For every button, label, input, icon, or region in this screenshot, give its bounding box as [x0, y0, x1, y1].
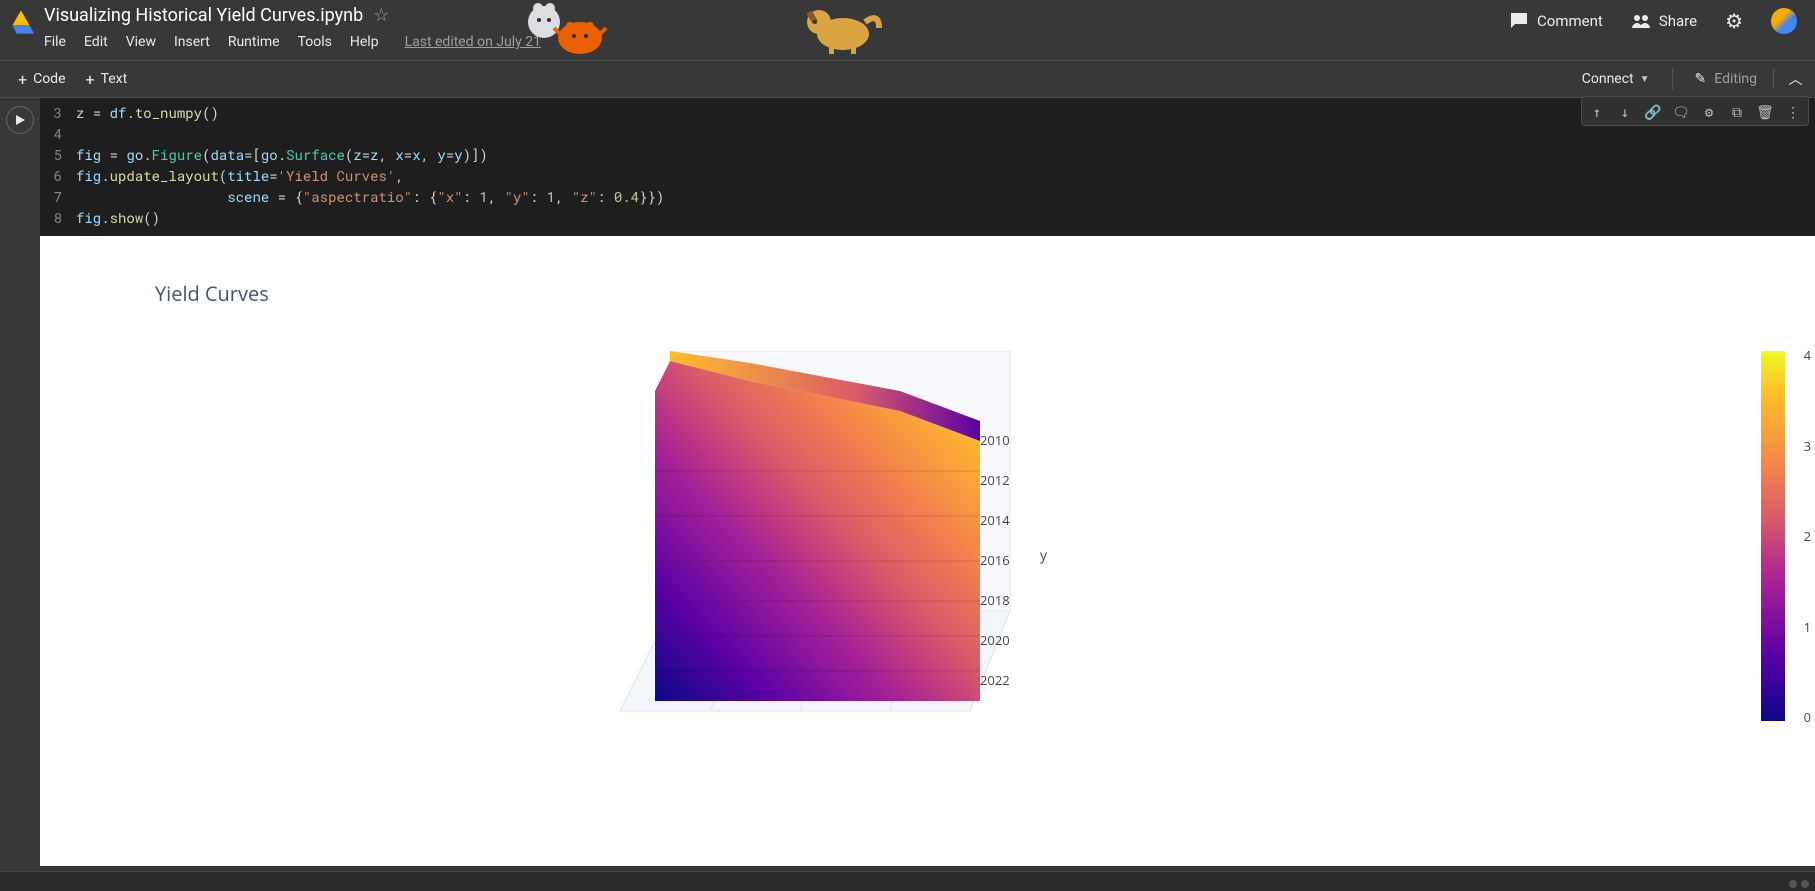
share-label: Share [1659, 12, 1697, 30]
more-icon[interactable]: ⋮ [1780, 99, 1806, 123]
menu-tools[interactable]: Tools [298, 34, 332, 50]
comment-icon [1509, 11, 1529, 31]
plus-icon: + [18, 70, 27, 89]
status-dots [1789, 880, 1809, 888]
run-cell-button[interactable] [6, 106, 34, 134]
people-icon [1631, 11, 1651, 31]
collapse-toolbar-button[interactable]: ︿ [1773, 69, 1807, 89]
connect-button[interactable]: Connect ▼ [1572, 67, 1660, 91]
y-axis-ticks: 2010 2012 2014 2016 2018 2020 2022 [980, 431, 1010, 711]
plus-icon: + [86, 70, 95, 89]
line-numbers: 3 4 5 6 7 8 [40, 98, 70, 236]
settings-icon[interactable]: ⚙ [1725, 9, 1743, 33]
add-code-label: Code [33, 71, 65, 87]
play-icon [14, 114, 26, 126]
app-header: Visualizing Historical Yield Curves.ipyn… [0, 0, 1815, 60]
mirror-icon[interactable]: ⧉ [1724, 99, 1750, 123]
divider [1672, 68, 1673, 90]
status-bar [0, 871, 1815, 891]
notebook-toolbar: + Code + Text Connect ▼ ✎ Editing ︿ [0, 60, 1815, 98]
code-cell[interactable]: 3 4 5 6 7 8 z = df.to_numpy() fig = go.F… [0, 98, 1815, 236]
colorbar[interactable] [1761, 351, 1785, 721]
menu-bar: File Edit View Insert Runtime Tools Help… [44, 30, 541, 50]
colab-logo-icon[interactable] [1771, 8, 1797, 34]
chevron-down-icon: ▼ [1640, 74, 1650, 85]
y-axis-label: y [1040, 546, 1047, 565]
colorbar-ticks: 4 3 2 1 0 [1804, 346, 1811, 726]
cell-output: Yield Curves [40, 236, 1815, 866]
menu-file[interactable]: File [44, 34, 66, 50]
add-text-label: Text [101, 71, 128, 87]
link-icon[interactable]: 🔗 [1640, 99, 1666, 123]
notebook-title[interactable]: Visualizing Historical Yield Curves.ipyn… [44, 5, 363, 26]
comment-icon[interactable]: 🗨 [1668, 99, 1694, 123]
pencil-icon: ✎ [1695, 71, 1707, 87]
editing-label: Editing [1714, 71, 1757, 87]
menu-edit[interactable]: Edit [84, 34, 108, 50]
menu-help[interactable]: Help [350, 34, 379, 50]
move-up-icon[interactable]: ↑ [1584, 99, 1610, 123]
drive-icon [8, 9, 34, 35]
collaborator-critter-2 [795, 0, 885, 58]
delete-icon[interactable]: 🗑 [1752, 99, 1778, 123]
chart-title: Yield Curves [155, 280, 269, 307]
collaborator-critter-1 [520, 0, 610, 58]
menu-runtime[interactable]: Runtime [228, 34, 280, 50]
comment-button[interactable]: Comment [1509, 11, 1603, 31]
notebook-area: 3 4 5 6 7 8 z = df.to_numpy() fig = go.F… [0, 98, 1815, 866]
surface-plot[interactable] [600, 351, 1020, 721]
add-text-button[interactable]: + Text [76, 66, 138, 93]
comment-label: Comment [1537, 12, 1603, 30]
menu-view[interactable]: View [126, 34, 156, 50]
star-icon[interactable]: ☆ [373, 5, 389, 26]
menu-insert[interactable]: Insert [174, 34, 210, 50]
connect-label: Connect [1582, 71, 1634, 87]
editing-mode-button[interactable]: ✎ Editing [1685, 67, 1767, 91]
share-button[interactable]: Share [1631, 11, 1697, 31]
move-down-icon[interactable]: ↓ [1612, 99, 1638, 123]
add-code-button[interactable]: + Code [8, 66, 76, 93]
gear-icon[interactable]: ⚙ [1696, 99, 1722, 123]
cell-action-toolbar: ↑ ↓ 🔗 🗨 ⚙ ⧉ 🗑 ⋮ [1581, 96, 1809, 126]
code-editor[interactable]: z = df.to_numpy() fig = go.Figure(data=[… [70, 98, 1815, 236]
chevron-up-icon: ︿ [1789, 72, 1803, 88]
